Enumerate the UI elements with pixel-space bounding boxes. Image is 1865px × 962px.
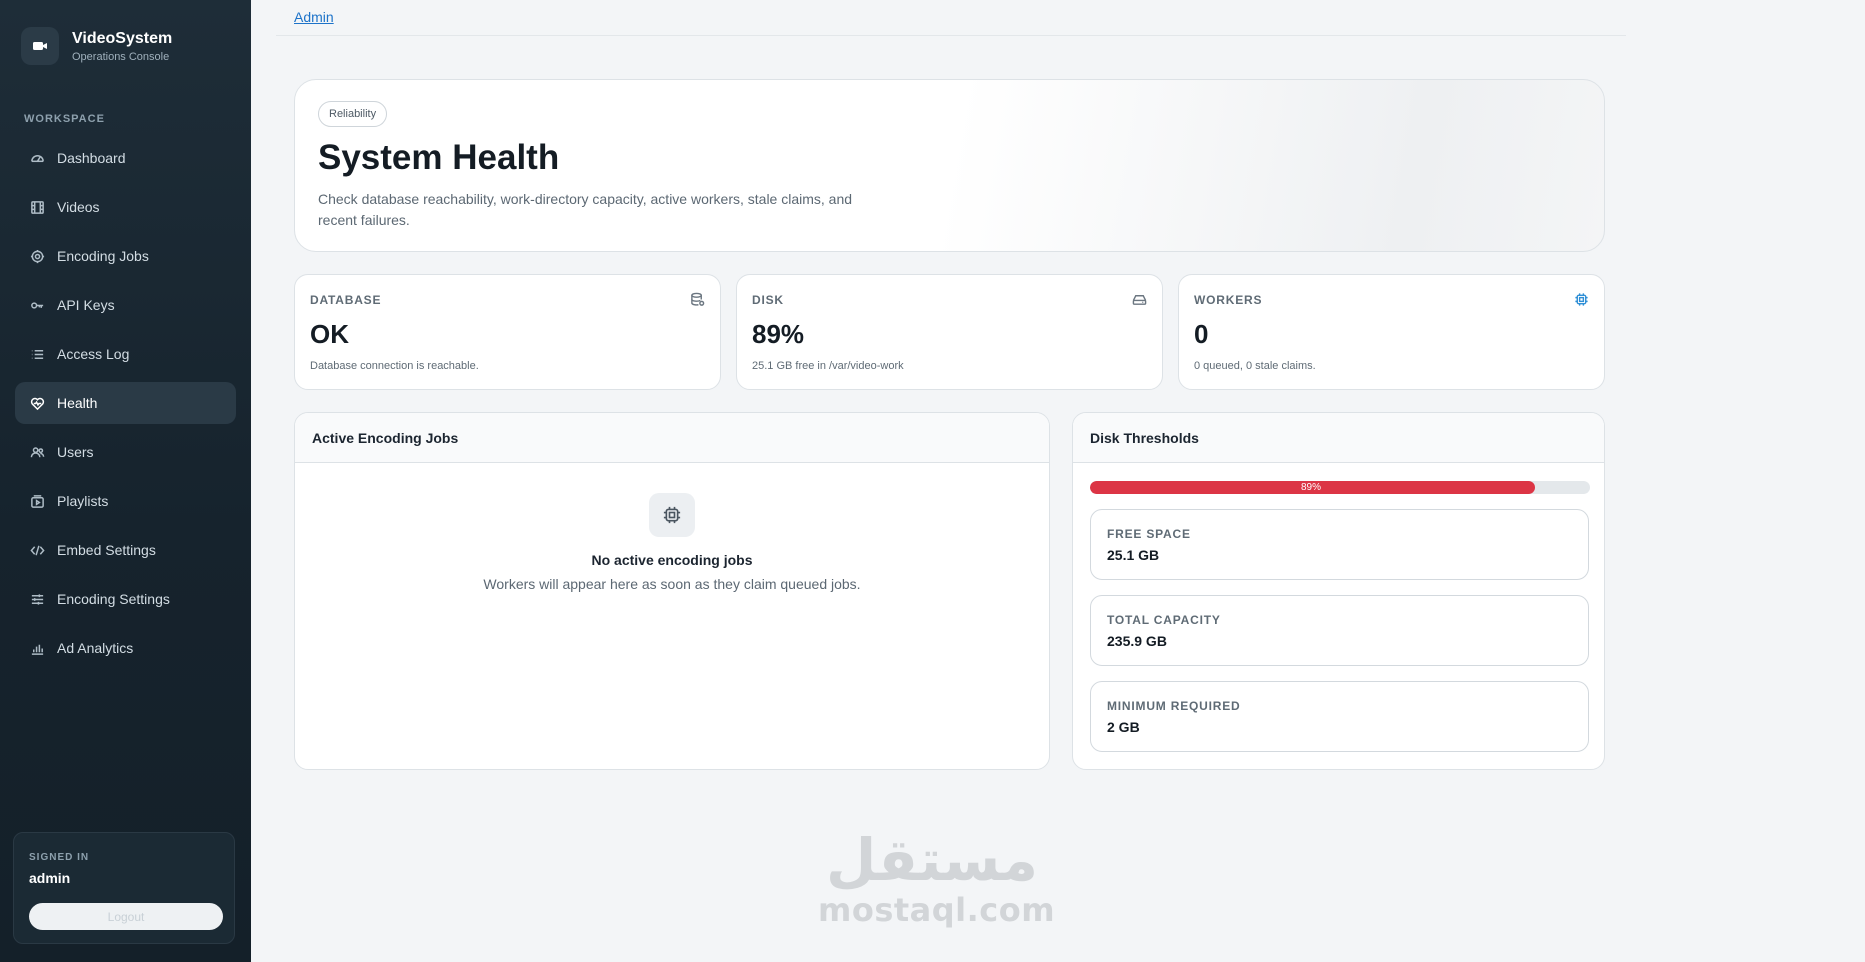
sidebar-item-label: Encoding Jobs xyxy=(57,248,149,264)
disk-stat-card: DISK 89% 25.1 GB free in /var/video-work xyxy=(736,274,1163,390)
cpu-icon xyxy=(649,493,695,537)
brand[interactable]: VideoSystem Operations Console xyxy=(21,27,172,65)
panel-title: Active Encoding Jobs xyxy=(295,413,1049,463)
total-capacity-box: TOTAL CAPACITY 235.9 GB xyxy=(1090,595,1589,666)
sidebar-nav: Dashboard Videos Encoding Jobs API Keys … xyxy=(15,137,236,676)
category-chip: Reliability xyxy=(318,101,388,127)
gauge-icon xyxy=(29,150,45,166)
key-icon xyxy=(29,297,45,313)
sidebar-item-label: Dashboard xyxy=(57,150,126,166)
panel-title: Disk Thresholds xyxy=(1073,413,1604,463)
watermark-logo: مستقل mostaql.com xyxy=(818,826,1056,929)
empty-state-subtitle: Workers will appear here as soon as they… xyxy=(483,576,861,592)
stat-value: 0 xyxy=(1194,319,1209,349)
sidebar-item-label: Access Log xyxy=(57,346,130,362)
breadcrumb-admin-link[interactable]: Admin xyxy=(294,9,334,25)
playlist-icon xyxy=(29,493,45,509)
workspace-label: WORKSPACE xyxy=(24,113,105,125)
app-subtitle: Operations Console xyxy=(72,51,170,63)
database-stat-card: DATABASE OK Database connection is reach… xyxy=(294,274,721,390)
app-title: VideoSystem xyxy=(72,30,173,47)
stat-value: OK xyxy=(310,319,349,349)
stat-label: DATABASE xyxy=(310,293,382,307)
sidebar-item-encoding-jobs[interactable]: Encoding Jobs xyxy=(15,235,236,277)
gear-icon xyxy=(29,248,45,264)
stat-label: DISK xyxy=(752,293,784,307)
sidebar-item-label: Embed Settings xyxy=(57,542,156,558)
minimum-required-box: MINIMUM REQUIRED 2 GB xyxy=(1090,681,1589,752)
hero-card: Reliability System Health Check database… xyxy=(294,79,1605,252)
sidebar-item-label: Ad Analytics xyxy=(57,640,134,656)
sidebar-item-health[interactable]: Health xyxy=(15,382,236,424)
page-description: Check database reachability, work-direct… xyxy=(318,191,853,228)
sidebar-item-label: Users xyxy=(57,444,94,460)
threshold-label: MINIMUM REQUIRED xyxy=(1107,699,1241,713)
sidebar-item-videos[interactable]: Videos xyxy=(15,186,236,228)
empty-state-title: No active encoding jobs xyxy=(591,552,753,568)
threshold-value: 235.9 GB xyxy=(1107,633,1167,649)
users-icon xyxy=(29,444,45,460)
workers-stat-card: WORKERS 0 0 queued, 0 stale claims. xyxy=(1178,274,1605,390)
database-icon xyxy=(690,292,706,308)
sidebar-item-access-log[interactable]: Access Log xyxy=(15,333,236,375)
sidebar-item-playlists[interactable]: Playlists xyxy=(15,480,236,522)
sidebar-item-label: Encoding Settings xyxy=(57,591,170,607)
disk-usage-progress: 89% xyxy=(1090,481,1590,494)
header-divider xyxy=(276,35,1626,36)
free-space-box: FREE SPACE 25.1 GB xyxy=(1090,509,1589,580)
sidebar-item-label: Playlists xyxy=(57,493,109,509)
threshold-label: FREE SPACE xyxy=(1107,527,1191,541)
heart-pulse-icon xyxy=(29,395,45,411)
sidebar-item-label: Videos xyxy=(57,199,100,215)
sidebar-item-dashboard[interactable]: Dashboard xyxy=(15,137,236,179)
sidebar-item-api-keys[interactable]: API Keys xyxy=(15,284,236,326)
list-icon xyxy=(29,346,45,362)
stat-subtext: Database connection is reachable. xyxy=(310,360,479,372)
watermark-arabic: مستقل xyxy=(825,826,1039,894)
threshold-label: TOTAL CAPACITY xyxy=(1107,613,1221,627)
sliders-icon xyxy=(29,591,45,607)
logout-button[interactable]: Logout xyxy=(29,903,223,930)
sidebar: VideoSystem Operations Console WORKSPACE… xyxy=(0,0,251,962)
sidebar-item-ad-analytics[interactable]: Ad Analytics xyxy=(15,627,236,669)
sidebar-item-embed-settings[interactable]: Embed Settings xyxy=(15,529,236,571)
video-camera-icon xyxy=(21,27,59,65)
film-icon xyxy=(29,199,45,215)
code-icon xyxy=(29,542,45,558)
bar-chart-icon xyxy=(29,640,45,656)
stat-value: 89% xyxy=(752,319,805,349)
threshold-value: 2 GB xyxy=(1107,719,1140,735)
stat-label: WORKERS xyxy=(1194,293,1263,307)
sidebar-item-encoding-settings[interactable]: Encoding Settings xyxy=(15,578,236,620)
signed-in-label: SIGNED IN xyxy=(29,852,90,863)
threshold-value: 25.1 GB xyxy=(1107,547,1160,563)
progress-label: 89% xyxy=(1300,482,1321,493)
hard-drive-icon xyxy=(1132,292,1148,308)
watermark-latin: mostaql.com xyxy=(818,891,1056,929)
active-jobs-panel: Active Encoding Jobs No active encoding … xyxy=(294,412,1050,770)
page-title: System Health xyxy=(318,138,560,177)
sidebar-item-label: API Keys xyxy=(57,297,115,313)
stat-subtext: 0 queued, 0 stale claims. xyxy=(1194,360,1316,372)
sidebar-item-label: Health xyxy=(57,395,98,411)
signed-in-panel: SIGNED IN admin Logout xyxy=(13,832,235,944)
user-name: admin xyxy=(29,870,71,886)
stat-subtext: 25.1 GB free in /var/video-work xyxy=(752,360,904,372)
disk-thresholds-panel: Disk Thresholds 89% FREE SPACE 25.1 GB T… xyxy=(1072,412,1605,770)
sidebar-item-users[interactable]: Users xyxy=(15,431,236,473)
cpu-icon xyxy=(1574,292,1590,308)
